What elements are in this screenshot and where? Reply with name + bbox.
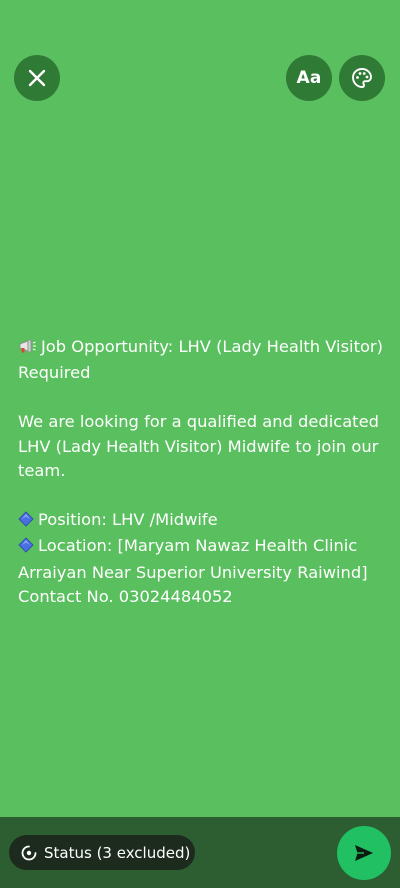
message-line: Location: [Maryam Nawaz Health Clinic (18, 534, 384, 560)
message-line: LHV (Lady Health Visitor) Midwife to joi… (18, 436, 379, 456)
message-line: Position: LHV /Midwife (18, 508, 384, 534)
message-line: We are looking for a qualified and dedic… (18, 412, 379, 432)
status-text-composer[interactable]: Job Opportunity: LHV (Lady Health Visito… (18, 335, 384, 609)
font-style-button[interactable]: Aa (286, 55, 332, 101)
send-button[interactable] (337, 826, 391, 880)
megaphone-icon (18, 337, 37, 361)
close-button[interactable] (14, 55, 60, 101)
background-color-button[interactable] (339, 55, 385, 101)
message-line: Job Opportunity: LHV (Lady Health Visito… (18, 335, 384, 361)
message-line: Required (18, 363, 91, 383)
close-icon (28, 69, 46, 87)
message-line (18, 386, 384, 410)
send-icon (355, 845, 373, 861)
status-ring-icon (21, 845, 37, 860)
blue-diamond-icon (18, 510, 34, 534)
message-line: team. (18, 461, 66, 481)
blue-diamond-icon (18, 536, 34, 560)
message-line: Arraiyan Near Superior University Raiwin… (18, 562, 368, 582)
status-privacy-label: Status (3 excluded) (44, 843, 191, 862)
message-line (18, 483, 384, 507)
palette-icon (352, 68, 372, 88)
message-line: Contact No. 03024484052 (18, 587, 233, 607)
status-privacy-button[interactable]: Status (3 excluded) (9, 835, 195, 870)
font-style-label: Aa (296, 68, 322, 88)
